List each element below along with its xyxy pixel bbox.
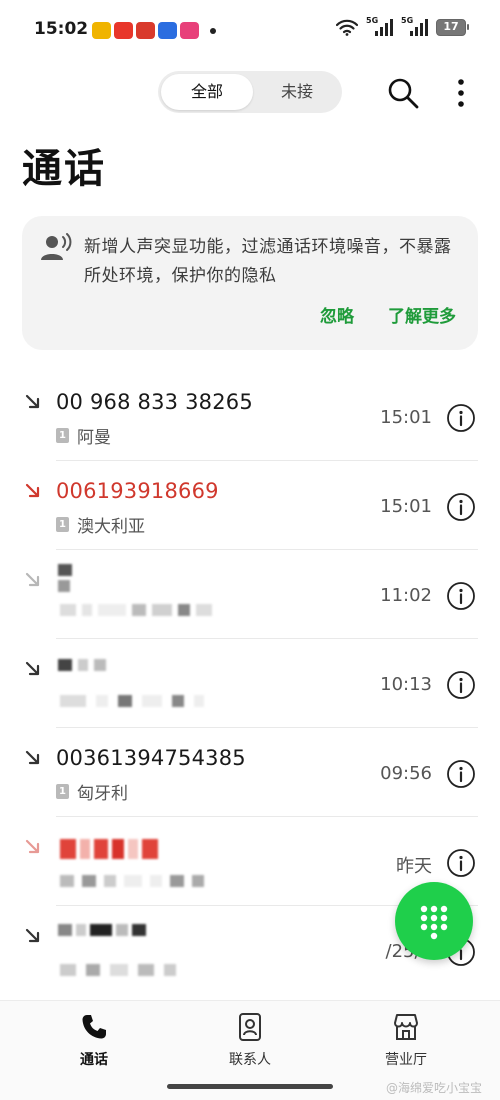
sim-card-icon: 1: [56, 784, 69, 799]
call-row[interactable]: 10:13: [0, 639, 500, 728]
redacted-number: [60, 839, 158, 859]
sim-card-icon: 1: [56, 428, 69, 443]
incoming-call-icon: [25, 928, 40, 943]
banner-text: 新增人声突显功能，过滤通话环境噪音，不暴露所处环境，保护你的隐私: [84, 237, 452, 286]
call-time: 15:01: [380, 407, 432, 428]
call-number: 00361394754385: [56, 746, 246, 770]
status-bar: 15:02 5G 5G 17: [0, 0, 500, 60]
nav-tab-contacts[interactable]: 联系人: [190, 1011, 310, 1069]
call-row[interactable]: 11:02: [0, 550, 500, 639]
missed-call-icon: [25, 839, 40, 854]
signal-sim2-tag: 5G: [401, 16, 414, 25]
nav-tab-label: 营业厅: [385, 1052, 427, 1068]
redacted-location: [60, 875, 204, 887]
info-icon[interactable]: [446, 848, 476, 878]
incoming-call-icon: [25, 572, 40, 587]
status-time: 15:02: [34, 19, 89, 39]
call-time: 15:01: [380, 496, 432, 517]
voice-feature-banner: 新增人声突显功能，过滤通话环境噪音，不暴露所处环境，保护你的隐私 忽略 了解更多: [22, 216, 478, 350]
info-icon[interactable]: [446, 759, 476, 789]
battery-icon: 17: [436, 19, 469, 36]
watermark: @海绵爱吃小宝宝: [385, 1081, 482, 1095]
wifi-icon: [336, 19, 358, 36]
tab-missed[interactable]: 未接: [255, 74, 339, 110]
redacted-location: [60, 695, 204, 707]
incoming-call-icon: [25, 750, 40, 765]
phone-icon: [82, 1015, 106, 1039]
call-meta: 1 阿曼: [56, 423, 111, 448]
dialpad-fab-button[interactable]: [395, 882, 473, 960]
nav-tab-label: 联系人: [229, 1052, 271, 1068]
redacted-number: [58, 924, 146, 936]
more-notifications-dot-icon: [210, 27, 216, 34]
page-title: 通话: [22, 146, 106, 192]
tab-all[interactable]: 全部: [161, 74, 253, 110]
lala-app-icon: [180, 22, 199, 39]
redacted-number: [58, 564, 72, 592]
status-indicators: 5G 5G 17: [336, 16, 469, 36]
call-filter-segmented: 全部 未接: [158, 71, 342, 113]
call-row[interactable]: 00361394754385 1 匈牙利 09:56: [0, 728, 500, 817]
weibo-app-icon: [92, 22, 111, 39]
shopping-app-icon: [136, 22, 155, 39]
call-row[interactable]: 006193918669 1 澳大利亚 15:01: [0, 461, 500, 550]
nav-tab-calls[interactable]: 通话: [34, 1011, 154, 1069]
learn-more-button[interactable]: 了解更多: [388, 302, 456, 327]
redacted-location: [60, 964, 176, 976]
call-row[interactable]: 00 968 833 38265 1 阿曼 15:01: [0, 372, 500, 461]
info-icon[interactable]: [446, 581, 476, 611]
signal-sim1-icon: 5G: [366, 16, 393, 36]
signal-sim1-tag: 5G: [366, 16, 379, 25]
news-app-icon: [114, 22, 133, 39]
redacted-location: [60, 604, 212, 616]
ignore-button[interactable]: 忽略: [320, 302, 354, 327]
call-meta: 1 匈牙利: [56, 779, 128, 804]
call-time: 09:56: [380, 763, 432, 784]
info-icon[interactable]: [446, 492, 476, 522]
sim-card-icon: 1: [56, 517, 69, 532]
incoming-call-icon: [25, 661, 40, 676]
nav-tab-store[interactable]: 营业厅: [346, 1011, 466, 1069]
signal-sim2-icon: 5G: [401, 16, 428, 36]
notification-icons: [92, 22, 216, 39]
home-indicator[interactable]: [167, 1084, 333, 1089]
call-location: 阿曼: [77, 428, 111, 448]
missed-call-icon: [25, 483, 40, 498]
call-location: 匈牙利: [77, 784, 128, 804]
banner-actions: 忽略 了解更多: [320, 302, 456, 327]
baidu-app-icon: [158, 22, 177, 39]
call-number: 00 968 833 38265: [56, 390, 253, 414]
call-number: 006193918669: [56, 479, 219, 503]
more-vertical-icon[interactable]: [450, 76, 472, 110]
voice-user-icon: [41, 233, 72, 260]
call-time: 10:13: [380, 674, 432, 695]
info-icon[interactable]: [446, 403, 476, 433]
call-time: 昨天: [396, 856, 432, 877]
redacted-number: [58, 659, 106, 671]
nav-tab-label: 通话: [80, 1052, 108, 1068]
incoming-call-icon: [25, 394, 40, 409]
contact-card-icon: [239, 1013, 261, 1041]
store-icon: [394, 1014, 418, 1040]
info-icon[interactable]: [446, 670, 476, 700]
call-meta: 1 澳大利亚: [56, 512, 145, 537]
dialpad-icon: [420, 905, 448, 940]
call-time: 11:02: [380, 585, 432, 606]
search-icon[interactable]: [386, 76, 420, 110]
call-location: 澳大利亚: [77, 517, 145, 537]
